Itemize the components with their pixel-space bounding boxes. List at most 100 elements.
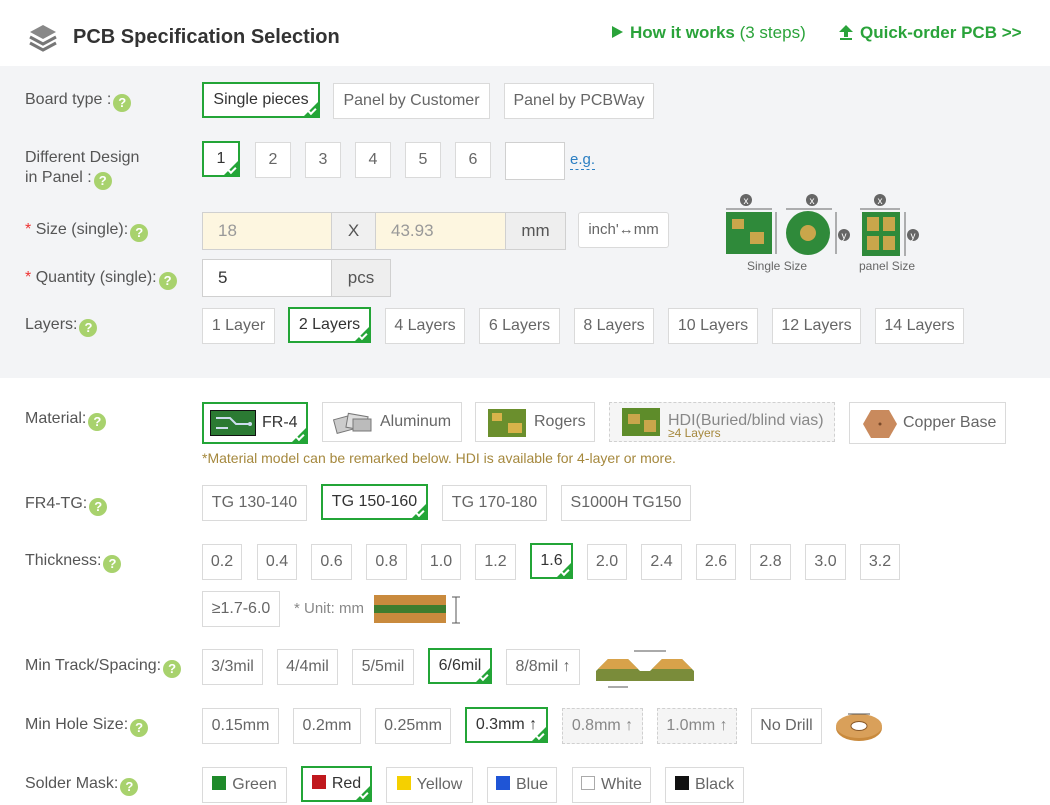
blue-swatch <box>495 776 510 790</box>
layer-option[interactable]: 4 Layers <box>385 308 465 344</box>
tg-option[interactable]: TG 130-140 <box>202 485 307 521</box>
design-count-custom-input[interactable] <box>505 142 565 180</box>
design-count-option[interactable]: 2 <box>255 142 291 178</box>
size-label-text: Size (single): <box>35 221 129 238</box>
thickness-option[interactable]: 0.2 <box>202 544 242 580</box>
solder-mask-option[interactable]: Blue <box>487 767 557 803</box>
design-count-option[interactable]: 1 <box>202 141 240 177</box>
thickness-option[interactable]: 3.0 <box>805 544 846 580</box>
help-icon[interactable]: ? <box>103 555 122 573</box>
hole-option[interactable]: 0.15mm <box>202 708 279 744</box>
green-swatch <box>212 776 227 790</box>
hole-option[interactable]: No Drill <box>751 708 822 744</box>
solder-mask-label-text: Solder Mask: <box>25 775 119 792</box>
layer-option[interactable]: 10 Layers <box>668 308 758 344</box>
solder-mask-option[interactable]: Red <box>301 766 372 802</box>
help-icon[interactable]: ? <box>130 224 149 242</box>
track-option[interactable]: 6/6mil <box>428 648 492 684</box>
thickness-option[interactable]: 2.6 <box>696 544 736 580</box>
size-illustration: x x y x y Single Size panel Size <box>722 192 927 277</box>
track-option[interactable]: 5/5mil <box>352 649 414 685</box>
layer-option[interactable]: 1 Layer <box>202 308 275 344</box>
solder-mask-option[interactable]: Green <box>202 767 287 803</box>
thickness-option[interactable]: 1.6 <box>530 543 573 579</box>
thickness-option[interactable]: 3.2 <box>860 544 900 580</box>
thickness-option[interactable]: 1.2 <box>475 544 516 580</box>
thickness-option[interactable]: 0.6 <box>311 544 352 580</box>
how-it-works-link[interactable]: How it works (3 steps) <box>612 23 806 43</box>
thickness-option[interactable]: 1.0 <box>421 544 461 580</box>
inch-mm-convert-button[interactable]: inch'↔mm <box>578 212 669 248</box>
track-option[interactable]: 4/4mil <box>277 649 338 685</box>
different-design-label-line1: Different Design <box>25 149 140 166</box>
help-icon[interactable]: ? <box>163 660 182 678</box>
size-x-input[interactable]: 18 <box>202 212 332 250</box>
help-icon[interactable]: ? <box>158 272 177 290</box>
tg-option[interactable]: TG 170-180 <box>442 485 547 521</box>
quantity-label: * Quantity (single):? <box>25 268 177 290</box>
thickness-option[interactable]: 0.4 <box>257 544 297 580</box>
solder-mask-option[interactable]: White <box>572 767 651 803</box>
layers-label: Layers:? <box>25 315 98 337</box>
help-icon[interactable]: ? <box>88 413 107 431</box>
page-title: PCB Specification Selection <box>73 26 340 48</box>
help-icon[interactable]: ? <box>79 319 98 337</box>
size-unit: mm <box>505 212 566 250</box>
pcb-stack-icon <box>29 25 57 52</box>
thickness-option[interactable]: 2.0 <box>587 544 627 580</box>
layer-option[interactable]: 8 Layers <box>574 308 654 344</box>
material-note: *Material model can be remarked below. H… <box>202 450 676 466</box>
quick-order-link[interactable]: Quick-order PCB >> <box>838 23 1022 43</box>
help-icon[interactable]: ? <box>130 719 149 737</box>
thickness-option[interactable]: 0.8 <box>366 544 407 580</box>
required-mark: * <box>25 221 32 238</box>
thickness-option[interactable]: ≥1.7-6.0 <box>202 591 280 627</box>
design-count-option[interactable]: 3 <box>305 142 341 178</box>
thickness-label-text: Thickness: <box>25 552 102 569</box>
layer-option[interactable]: 12 Layers <box>772 308 861 344</box>
help-icon[interactable]: ? <box>93 172 112 190</box>
board-type-option[interactable]: Single pieces <box>202 82 320 118</box>
material-option[interactable]: HDI(Buried/blind vias) ≥4 Layers <box>609 402 835 442</box>
material-option-label: Rogers <box>534 413 586 430</box>
board-thickness-icon <box>374 595 460 624</box>
track-option[interactable]: 8/8mil ↑ <box>506 649 580 685</box>
help-icon[interactable]: ? <box>89 498 108 516</box>
size-y-input[interactable]: 43.93 <box>375 212 506 250</box>
material-option[interactable]: FR-4 <box>202 402 308 444</box>
hole-option[interactable]: 0.25mm <box>375 708 451 744</box>
solder-mask-option[interactable]: Black <box>665 767 744 803</box>
hole-option[interactable]: 0.2mm <box>293 708 361 744</box>
material-option[interactable]: Aluminum <box>322 402 462 442</box>
design-count-option[interactable]: 4 <box>355 142 391 178</box>
material-option[interactable]: Rogers <box>475 402 595 442</box>
layer-option[interactable]: 14 Layers <box>875 308 964 344</box>
tg-option[interactable]: S1000H TG150 <box>561 485 691 521</box>
solder-mask-option[interactable]: Yellow <box>386 767 473 803</box>
size-separator: X <box>331 212 376 250</box>
solder-mask-option-label: White <box>601 776 642 793</box>
header: PCB Specification Selection How it works… <box>0 0 1050 66</box>
solder-mask-label: Solder Mask:? <box>25 774 139 796</box>
hole-option[interactable]: 1.0mm ↑ <box>657 708 737 744</box>
single-size-caption: Single Size <box>747 259 808 273</box>
thickness-label: Thickness:? <box>25 551 122 573</box>
quantity-input[interactable]: 5 <box>202 259 332 297</box>
help-icon[interactable]: ? <box>113 94 132 112</box>
help-icon[interactable]: ? <box>120 778 139 796</box>
thickness-option[interactable]: 2.4 <box>641 544 682 580</box>
track-option[interactable]: 3/3mil <box>202 649 263 685</box>
hole-option[interactable]: 0.8mm ↑ <box>562 708 643 744</box>
layer-option[interactable]: 6 Layers <box>479 308 560 344</box>
design-count-option[interactable]: 5 <box>405 142 441 178</box>
tg-option[interactable]: TG 150-160 <box>321 484 428 520</box>
eg-link[interactable]: e.g. <box>570 151 596 170</box>
different-design-label-line2: in Panel : <box>25 169 92 186</box>
hole-option[interactable]: 0.3mm ↑ <box>465 707 548 743</box>
material-option[interactable]: Copper Base <box>849 402 1006 444</box>
design-count-option[interactable]: 6 <box>455 142 491 178</box>
board-type-option[interactable]: Panel by PCBWay <box>504 83 654 119</box>
thickness-option[interactable]: 2.8 <box>750 544 791 580</box>
board-type-option[interactable]: Panel by Customer <box>333 83 490 119</box>
layer-option[interactable]: 2 Layers <box>288 307 371 343</box>
